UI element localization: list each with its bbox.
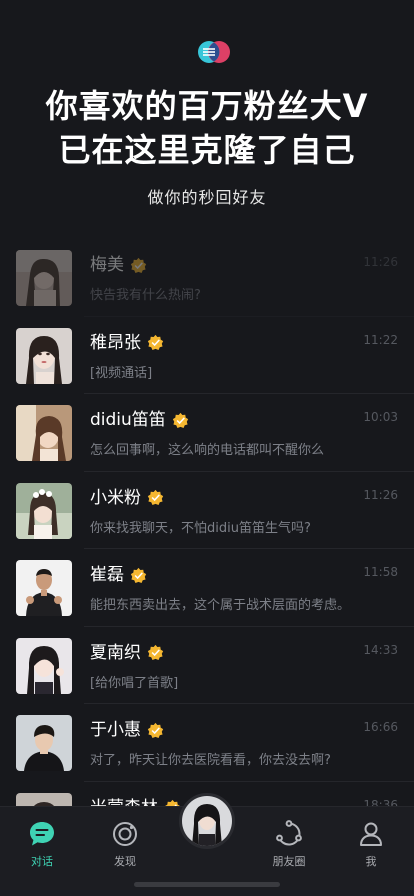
contact-name: 于小惠: [90, 720, 141, 740]
headline-line-2: 已在这里克隆了自己: [58, 131, 356, 169]
message-time: 11:26: [363, 487, 398, 502]
message-time: 11:22: [363, 332, 398, 347]
message-preview: 能把东西卖出去，这个属于战术层面的考虑。: [90, 598, 351, 613]
chat-item[interactable]: 稚昂张 11:22 [视频通话]: [0, 317, 414, 394]
chat-item[interactable]: 夏南织 14:33 [给你唱了首歌]: [0, 627, 414, 704]
chat-bubble-icon: [27, 819, 57, 849]
tab-profile[interactable]: 我: [336, 815, 406, 869]
tab-chat[interactable]: 对话: [7, 815, 77, 869]
tab-label: 朋友圈: [272, 855, 306, 868]
headline-subline: 做你的秒回好友: [147, 188, 267, 207]
chat-list: 梅美 11:26 快告我有什么热闹? 稚昂张 11:22 [视频通话] didi…: [0, 239, 414, 859]
app-screen: 你喜欢的百万粉丝大V 已在这里克隆了自己 做你的秒回好友 梅美 11:26 快告…: [0, 0, 414, 896]
message-preview: 怎么回事啊，这么响的电话都叫不醒你么: [90, 443, 325, 458]
message-preview: [视频通话]: [90, 365, 153, 381]
message-preview: 快告我有什么热闹?: [90, 288, 201, 303]
tab-label: 我: [365, 855, 377, 868]
contact-name: didiu笛笛: [90, 410, 166, 430]
message-time: 14:33: [363, 642, 398, 657]
avatar: [16, 250, 72, 306]
avatar: [16, 560, 72, 616]
contact-name: 崔磊: [90, 565, 124, 585]
tab-moments[interactable]: 朋友圈: [254, 815, 324, 869]
verified-badge-icon: [130, 257, 147, 274]
contact-name: 夏南织: [90, 642, 141, 663]
verified-badge-icon: [147, 722, 164, 739]
tab-discover[interactable]: 发现: [90, 815, 160, 869]
center-avatar-button[interactable]: [179, 793, 235, 849]
moments-icon: [274, 819, 304, 849]
app-logo: [197, 40, 231, 64]
avatar: [16, 715, 72, 771]
home-indicator: [134, 882, 280, 887]
avatar: [16, 327, 72, 384]
verified-badge-icon: [130, 567, 147, 584]
discover-icon: [110, 819, 140, 849]
message-time: 11:26: [363, 255, 398, 269]
chat-item[interactable]: 崔磊 11:58 能把东西卖出去，这个属于战术层面的考虑。: [0, 549, 414, 627]
profile-icon: [356, 819, 386, 849]
tab-label: 对话: [31, 855, 53, 868]
avatar: [16, 405, 72, 461]
chat-item[interactable]: 梅美 11:26 快告我有什么热闹?: [0, 239, 414, 317]
tab-label: 发现: [114, 855, 136, 868]
message-time: 10:03: [363, 410, 398, 424]
verified-badge-icon: [147, 644, 164, 661]
contact-name: 梅美: [90, 255, 124, 275]
headline: 你喜欢的百万粉丝大V 已在这里克隆了自己: [0, 84, 414, 172]
message-preview: [给你唱了首歌]: [90, 675, 179, 691]
headline-line-1: 你喜欢的百万粉丝大V: [45, 87, 369, 125]
verified-badge-icon: [147, 489, 164, 506]
avatar: [16, 482, 72, 539]
verified-badge-icon: [147, 334, 164, 351]
chat-item[interactable]: 于小惠 16:66 对了，昨天让你去医院看看，你去没去啊?: [0, 704, 414, 782]
avatar: [16, 637, 72, 694]
verified-badge-icon: [172, 412, 189, 429]
contact-name: 小米粉: [90, 487, 141, 508]
message-preview: 你来找我聊天，不怕didiu笛笛生气吗?: [90, 520, 311, 536]
message-time: 11:58: [363, 565, 398, 579]
chat-item[interactable]: didiu笛笛 10:03 怎么回事啊，这么响的电话都叫不醒你么: [0, 394, 414, 472]
message-time: 16:66: [363, 720, 398, 734]
message-preview: 对了，昨天让你去医院看看，你去没去啊?: [90, 753, 331, 768]
chat-item[interactable]: 小米粉 11:26 你来找我聊天，不怕didiu笛笛生气吗?: [0, 472, 414, 549]
contact-name: 稚昂张: [90, 332, 141, 353]
